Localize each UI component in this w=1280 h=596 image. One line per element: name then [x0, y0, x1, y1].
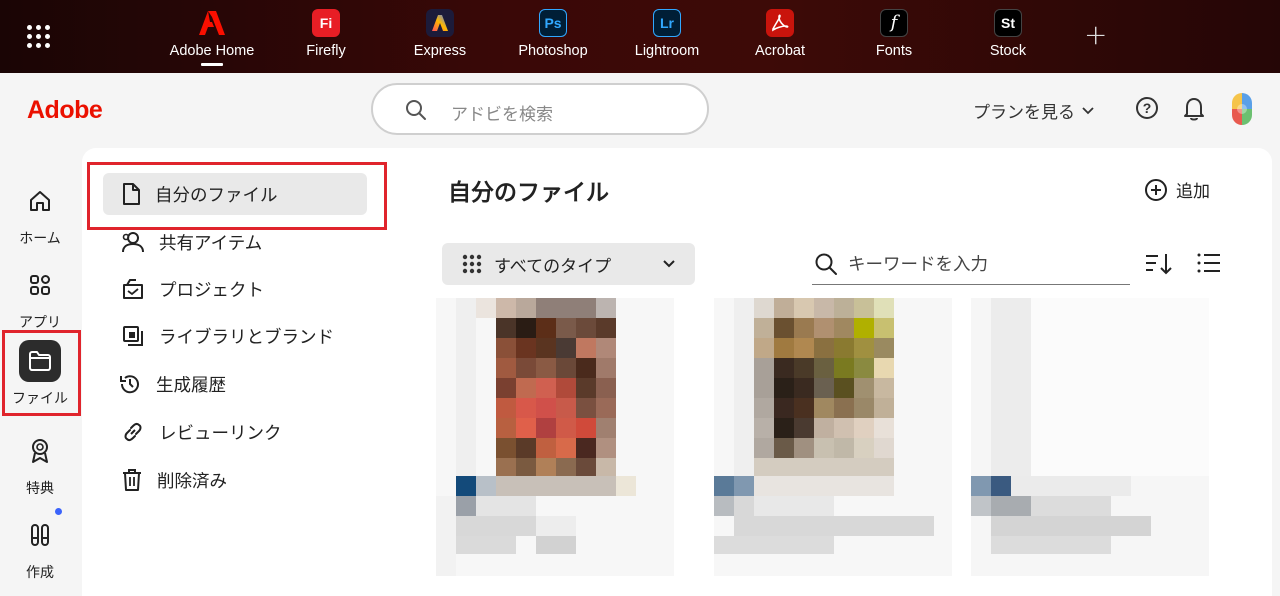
file-thumbnail [714, 298, 952, 576]
type-filter-dropdown[interactable]: すべてのタイプ [442, 243, 695, 285]
file-thumbnail [436, 298, 674, 576]
search-icon [406, 100, 426, 120]
app-label: Firefly [306, 43, 346, 59]
subnav-label: レビューリンク [159, 423, 282, 444]
create-icon [19, 514, 61, 556]
subnav-item-projects[interactable]: プロジェクト [103, 268, 264, 310]
app-grid-icon[interactable] [27, 25, 51, 49]
app-label: Stock [989, 43, 1027, 59]
global-search-input[interactable]: アドビを検索 [371, 83, 709, 135]
subnav-label: 生成履歴 [156, 375, 226, 396]
library-icon [123, 326, 143, 346]
link-icon [124, 422, 142, 442]
avatar[interactable] [1232, 93, 1252, 125]
app-label: Photoshop [518, 43, 588, 59]
rail-item-apps[interactable]: アプリ [0, 264, 80, 332]
subnav-label: プロジェクト [159, 280, 264, 301]
plus-circle-icon [1145, 178, 1167, 201]
file-card[interactable] [971, 298, 1209, 576]
photoshop-icon: Ps [539, 9, 567, 37]
view-plans-button[interactable]: プランを見る [973, 98, 1095, 123]
shared-icon [122, 232, 144, 253]
keyword-placeholder: キーワードを入力 [848, 255, 988, 275]
grid-icon [462, 254, 482, 274]
app-switcher-bar: Adobe Home Fi Firefly Express Ps Photosh… [0, 0, 1280, 73]
rail-item-perks[interactable]: 特典 [0, 430, 80, 498]
chevron-down-icon [1082, 106, 1094, 114]
subnav-label: ライブラリとブランド [159, 327, 334, 348]
lightroom-icon: Lr [653, 9, 681, 37]
help-icon[interactable]: ? [1136, 97, 1158, 119]
project-icon [123, 279, 143, 299]
type-filter-label: すべてのタイプ [494, 256, 612, 277]
acrobat-icon [766, 9, 794, 37]
rail-label: 特典 [26, 481, 54, 497]
subnav-label: 共有アイテム [159, 233, 263, 254]
file-card[interactable] [436, 298, 674, 576]
adobe-logo[interactable]: Adobe [27, 96, 103, 125]
app-firefly[interactable]: Fi Firefly [276, 8, 376, 68]
app-label: Adobe Home [169, 43, 255, 59]
rail-label: ホーム [19, 231, 61, 247]
add-app-button[interactable]: + [1084, 21, 1107, 49]
highlight-box [2, 330, 81, 416]
subnav-item-deleted[interactable]: 削除済み [103, 459, 227, 501]
app-fonts[interactable]: f Fonts [844, 8, 944, 68]
subnav-label: 削除済み [157, 471, 227, 492]
app-label: Express [413, 43, 467, 59]
file-thumbnail [971, 298, 1209, 576]
firefly-icon: Fi [312, 9, 340, 37]
home-icon [19, 180, 61, 222]
trash-icon [123, 469, 141, 491]
app-stock[interactable]: St Stock [958, 8, 1058, 68]
app-adobe-home[interactable]: Adobe Home [162, 8, 262, 68]
fonts-icon: f [880, 9, 908, 37]
chevron-down-icon [663, 260, 675, 268]
app-label: Fonts [875, 43, 913, 59]
express-icon [426, 9, 454, 37]
add-button[interactable]: 追加 [1144, 177, 1210, 202]
list-view-icon[interactable] [1197, 252, 1221, 274]
badge-icon [19, 430, 61, 472]
stock-icon: St [994, 9, 1022, 37]
rail-label: 作成 [26, 565, 54, 581]
page-title: 自分のファイル [448, 180, 609, 206]
app-acrobat[interactable]: Acrobat [730, 8, 830, 68]
adobe-home-icon [198, 9, 226, 37]
top-header: Adobe アドビを検索 プランを見る ? [0, 73, 1280, 148]
notification-dot [55, 508, 62, 515]
subnav-item-review-links[interactable]: レビューリンク [103, 411, 282, 453]
highlight-box [87, 162, 387, 230]
app-lightroom[interactable]: Lr Lightroom [617, 8, 717, 68]
app-label: Acrobat [755, 43, 805, 59]
bell-icon[interactable] [1183, 96, 1205, 122]
app-photoshop[interactable]: Ps Photoshop [503, 8, 603, 68]
add-label: 追加 [1176, 182, 1210, 202]
subnav-item-libraries[interactable]: ライブラリとブランド [103, 315, 334, 357]
sort-icon[interactable] [1145, 252, 1173, 276]
file-card[interactable] [714, 298, 952, 576]
history-icon [120, 375, 139, 394]
app-label: Lightroom [634, 43, 700, 59]
rail-item-home[interactable]: ホーム [0, 180, 80, 248]
keyword-search-input[interactable]: キーワードを入力 [812, 243, 1130, 285]
rail-item-create[interactable]: 作成 [0, 514, 80, 582]
plan-label: プランを見る [973, 103, 1075, 123]
apps-icon [19, 264, 61, 306]
search-icon [815, 253, 837, 275]
subnav-item-shared[interactable]: 共有アイテム [103, 221, 262, 263]
subnav-item-generation-history[interactable]: 生成履歴 [100, 363, 226, 405]
rail-label: アプリ [19, 315, 61, 331]
active-indicator [201, 63, 223, 66]
search-placeholder: アドビを検索 [451, 105, 553, 125]
app-express[interactable]: Express [390, 8, 490, 68]
